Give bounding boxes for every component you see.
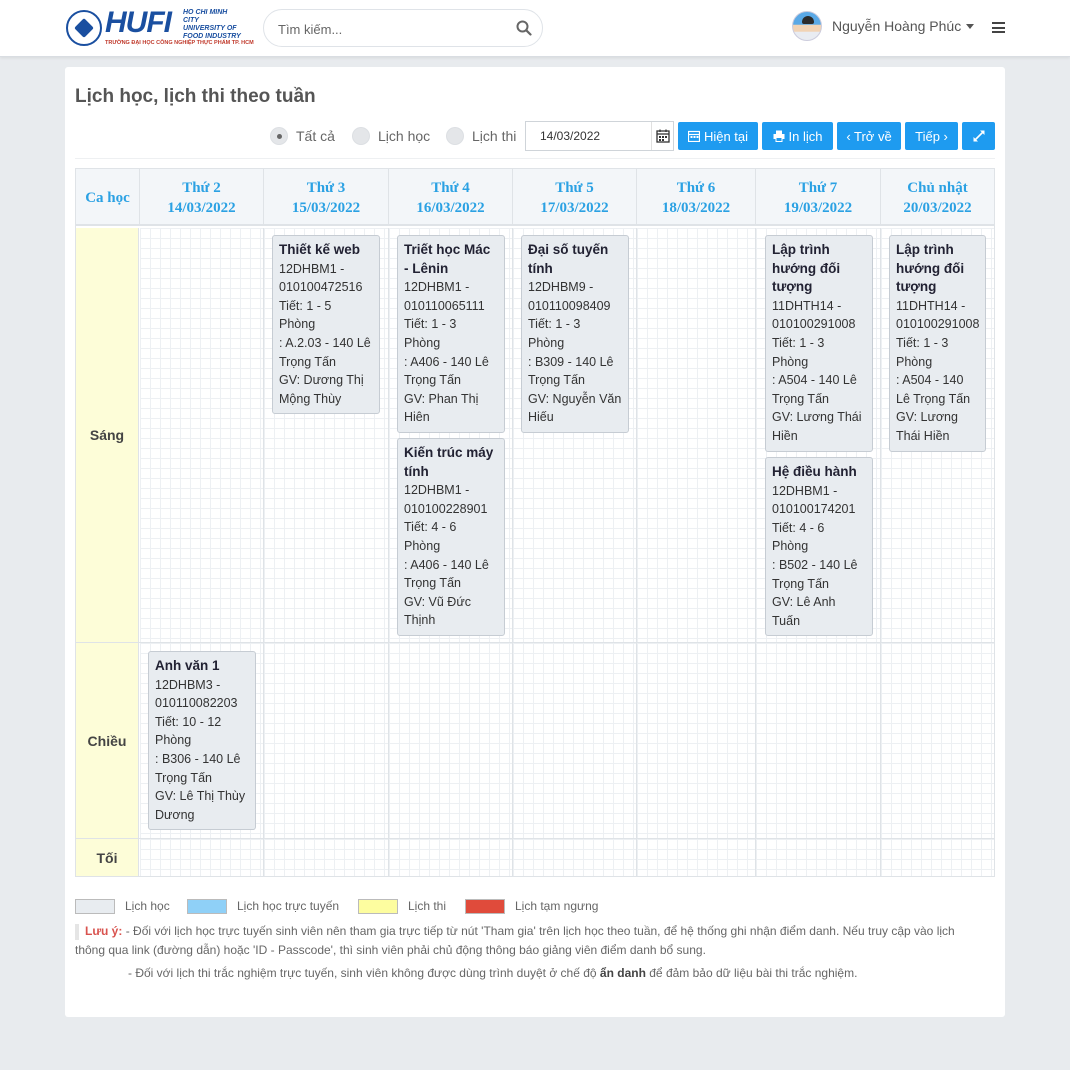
class-session-card[interactable]: Lập trình hướng đối tượng 11DHTH14 - 010… (765, 235, 873, 452)
shift-row-morning: Sáng Thiết kế web 12DHBM1 - 010100472516… (76, 228, 994, 643)
radio-dot (270, 127, 288, 145)
logo-subtitle: TRƯỜNG ĐẠI HỌC CÔNG NGHIỆP THỰC PHẨM TP.… (105, 40, 254, 46)
course-name: Lập trình hướng đối tượng (896, 242, 965, 295)
user-name: Nguyễn Hoàng Phúc (832, 18, 962, 34)
search-icon[interactable] (516, 20, 532, 36)
day-header-tue: Thứ 3 15/03/2022 (264, 169, 389, 226)
expand-icon (973, 130, 984, 142)
user-menu[interactable]: Nguyễn Hoàng Phúc (792, 10, 975, 42)
current-week-button[interactable]: Hiện tại (678, 122, 758, 150)
class-session-card[interactable]: Đại số tuyến tính 12DHBM9 - 010110098409… (521, 235, 629, 433)
logo-seal-icon (66, 10, 102, 46)
class-session-card[interactable]: Thiết kế web 12DHBM1 - 010100472516 Tiết… (272, 235, 380, 415)
divider (75, 158, 995, 159)
schedule-header-row: Ca học Thứ 2 14/03/2022 Thứ 3 15/03/2022… (76, 169, 994, 226)
date-picker (525, 121, 674, 151)
radio-dot (352, 127, 370, 145)
next-week-button[interactable]: Tiếp › (905, 122, 958, 150)
day-header-sun: Chủ nhật 20/03/2022 (903, 179, 972, 216)
schedule-legend: Lịch học Lịch học trực tuyến Lịch thi Lị… (75, 898, 995, 914)
radio-all[interactable]: Tất cả (270, 125, 335, 147)
course-name: Thiết kế web (279, 242, 361, 257)
date-input[interactable] (540, 129, 640, 143)
legend-item-study: Lịch học (75, 898, 170, 914)
shift-label-morning: Sáng (76, 228, 139, 642)
day-header-wed: Thứ 4 16/03/2022 (389, 169, 513, 226)
shift-header: Ca học (76, 169, 140, 226)
class-session-card[interactable]: Hệ điều hành 12DHBM1 - 010100174201 Tiết… (765, 457, 873, 637)
search-box (263, 9, 543, 47)
legend-swatch (465, 898, 505, 914)
class-session-card[interactable]: Triết học Mác - Lênin 12DHBM1 - 01011006… (397, 235, 505, 433)
radio-dot (446, 127, 464, 145)
schedule-toolbar: Tất cả Lịch học Lịch thi 14/03/2022 Hiện… (65, 121, 1005, 151)
class-session-card[interactable]: Kiến trúc máy tính 12DHBM1 - 01010022890… (397, 438, 505, 636)
legend-swatch (358, 898, 398, 914)
shift-label-evening: Tối (76, 839, 139, 876)
university-logo[interactable]: HUFI HO CHI MINH CITY UNIVERSITY OF FOOD… (66, 4, 254, 52)
printer-icon (773, 130, 785, 142)
course-name: Kiến trúc máy tính (404, 445, 494, 479)
chevron-down-icon (966, 23, 975, 29)
calendar-icon[interactable] (651, 122, 673, 150)
schedule-panel: Lịch học, lịch thi theo tuần Tất cả Lịch… (65, 67, 1005, 1017)
legend-swatch (75, 898, 115, 914)
shift-label-afternoon: Chiều (76, 643, 139, 838)
calendar-icon (687, 130, 700, 142)
avatar (792, 11, 822, 41)
previous-week-button[interactable]: ‹ Trở về (837, 122, 901, 150)
radio-study-schedule[interactable]: Lịch học (352, 125, 430, 147)
search-input[interactable] (278, 19, 498, 39)
legend-swatch (187, 898, 227, 914)
note-label: Lưu ý: (85, 924, 123, 938)
day-header-sat: Thứ 7 19/03/2022 (756, 169, 881, 226)
logo-wordmark: HUFI (105, 6, 172, 39)
print-schedule-button[interactable]: In lịch (762, 122, 833, 150)
day-header-thu: Thứ 5 17/03/2022 (513, 169, 637, 226)
weekly-schedule-grid: Ca học Thứ 2 14/03/2022 Thứ 3 15/03/2022… (75, 168, 995, 877)
day-header-mon: Thứ 2 14/03/2022 (140, 169, 264, 226)
fullscreen-button[interactable] (962, 122, 995, 150)
course-name: Hệ điều hành (772, 464, 857, 479)
shift-row-evening: Tối (76, 839, 994, 876)
hamburger-menu-icon[interactable] (992, 22, 1005, 33)
legend-item-exam: Lịch thi (358, 898, 446, 914)
top-navbar: HUFI HO CHI MINH CITY UNIVERSITY OF FOOD… (0, 0, 1070, 57)
course-name: Triết học Mác - Lênin (404, 242, 491, 276)
legend-item-online: Lịch học trực tuyến (187, 898, 339, 914)
note-online-attendance: Lưu ý: - Đối với lịch học trực tuyến sin… (75, 923, 955, 957)
day-header-fri: Thứ 6 18/03/2022 (637, 169, 756, 226)
legend-item-suspended: Lịch tạm ngưng (465, 898, 598, 914)
note-online-exam: - Đối với lịch thi trắc nghiệm trực tuyế… (128, 966, 858, 980)
shift-row-afternoon: Chiều Anh văn 1 12DHBM3 - 010110082203 T… (76, 643, 994, 839)
radio-exam-schedule[interactable]: Lịch thi (446, 125, 516, 147)
class-session-card[interactable]: Lập trình hướng đối tượng 11DHTH14 - 010… (889, 235, 986, 452)
course-name: Anh văn 1 (155, 658, 220, 673)
course-name: Đại số tuyến tính (528, 242, 609, 276)
page-title: Lịch học, lịch thi theo tuần (75, 86, 316, 107)
course-name: Lập trình hướng đối tượng (772, 242, 841, 295)
logo-university-name: HO CHI MINH CITY UNIVERSITY OF FOOD INDU… (183, 9, 241, 40)
class-session-card[interactable]: Anh văn 1 12DHBM3 - 010110082203 Tiết: 1… (148, 651, 256, 831)
